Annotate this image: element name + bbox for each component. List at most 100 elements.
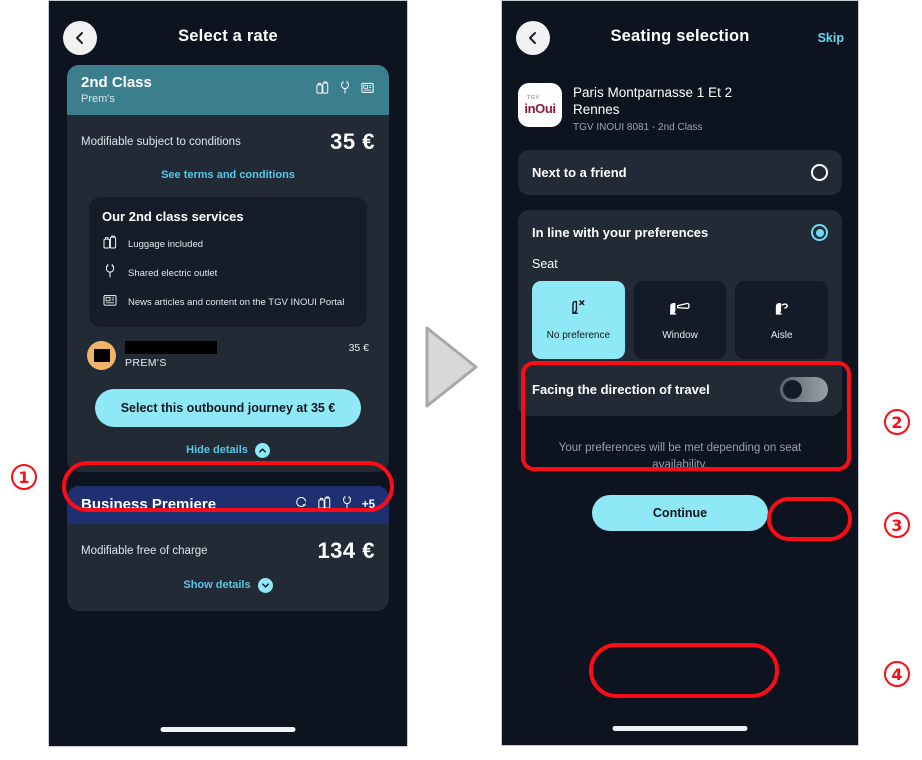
- trip-destination: Rennes: [573, 102, 620, 118]
- show-details-label: Show details: [183, 579, 251, 592]
- seat-preference-tiles: No preference Window Aisle: [532, 281, 829, 360]
- left-screen: Select a rate 2nd Class Prem's Modifiabl…: [49, 1, 407, 746]
- continue-button[interactable]: Continue: [592, 494, 768, 531]
- radio-unselected-icon[interactable]: [811, 164, 828, 182]
- rate-subtitle: Prem's: [81, 93, 115, 106]
- rate-price: 134 €: [317, 537, 375, 563]
- passenger-price: 35 €: [348, 341, 369, 354]
- rate-condition-label: Modifiable subject to conditions: [81, 135, 241, 148]
- screenshot-stage: Select a rate 2nd Class Prem's Modifiabl…: [0, 0, 922, 760]
- rate-title: Business Premiere: [81, 496, 217, 514]
- right-topbar: Seating selection Skip: [502, 1, 858, 65]
- rate-card-header: 2nd Class Prem's: [67, 65, 389, 115]
- passenger-names: PREM'S: [125, 341, 217, 370]
- avatar: [87, 340, 116, 370]
- skip-button[interactable]: Skip: [818, 31, 844, 45]
- home-indicator: [160, 727, 296, 732]
- seat-no-preference-icon: [566, 298, 590, 325]
- select-outbound-journey-button[interactable]: Select this outbound journey at 35 €: [95, 388, 361, 427]
- redacted-avatar-block: [93, 348, 110, 362]
- left-topbar: Select a rate: [49, 1, 407, 65]
- rate-card-second-class[interactable]: 2nd Class Prem's Modifiable subject to c…: [67, 65, 389, 472]
- trip-summary: TGV inOui Paris Montparnasse 1 Et 2 Renn…: [502, 65, 858, 134]
- step-number-1: 1: [11, 464, 37, 490]
- chevron-up-icon: [254, 442, 270, 458]
- step-number-2: 2: [884, 409, 910, 435]
- service-item: Shared electric outlet: [102, 263, 354, 284]
- extra-icons-count: +5: [361, 498, 375, 511]
- show-details-toggle[interactable]: Show details: [81, 577, 375, 593]
- trip-meta: TGV INOUI 8081 - 2nd Class: [573, 121, 703, 133]
- home-indicator: [612, 726, 748, 731]
- rate-condition-row: Modifiable subject to conditions 35 €: [81, 129, 375, 155]
- logo-inoui-text: inOui: [524, 101, 556, 116]
- toggle-knob: [783, 380, 802, 400]
- services-box: Our 2nd class services Luggage included …: [89, 196, 367, 327]
- page-title: Select a rate: [178, 27, 278, 45]
- seat-tile-label: Aisle: [770, 330, 793, 342]
- redacted-name-bar: [125, 341, 217, 355]
- hide-details-toggle[interactable]: Hide details: [81, 442, 375, 458]
- step-number-4: 4: [884, 661, 910, 687]
- rate-header-icons: +5: [294, 495, 375, 515]
- luggage-icon: [317, 495, 332, 515]
- option-label: In line with your preferences: [532, 225, 709, 241]
- passenger-left: PREM'S: [87, 340, 217, 370]
- chevron-down-icon: [257, 577, 273, 593]
- facing-direction-row[interactable]: Facing the direction of travel: [532, 377, 828, 403]
- seat-section-label: Seat: [532, 257, 558, 272]
- option-in-line-with-preferences[interactable]: In line with your preferences Seat No pr…: [518, 210, 842, 417]
- seat-window-icon: [666, 298, 694, 325]
- option-next-to-a-friend[interactable]: Next to a friend: [518, 150, 842, 196]
- seat-tile-label: Window: [662, 330, 698, 342]
- newspaper-icon: [102, 292, 118, 313]
- rate-header-icons: [315, 80, 375, 100]
- power-plug-icon: [102, 263, 118, 284]
- service-item: Luggage included: [102, 234, 354, 255]
- trip-origin: Paris Montparnasse 1 Et 2: [573, 85, 733, 100]
- seat-tile-label: No preference: [546, 330, 611, 342]
- page-title: Seating selection: [610, 27, 750, 45]
- rate-card-header: Business Premiere +5: [67, 485, 389, 524]
- power-plug-icon: [338, 80, 352, 100]
- luggage-icon: [102, 234, 118, 255]
- seat-tile-no-preference[interactable]: No preference: [532, 281, 625, 360]
- facing-direction-toggle[interactable]: [780, 377, 828, 403]
- service-item: News articles and content on the TGV INO…: [102, 292, 354, 313]
- power-plug-icon: [340, 495, 354, 515]
- newspaper-icon: [360, 80, 375, 100]
- facing-direction-label: Facing the direction of travel: [532, 382, 710, 398]
- availability-note: Your preferences will be met depending o…: [558, 442, 802, 471]
- rate-title: 2nd Class: [81, 74, 152, 91]
- service-label: News articles and content on the TGV INO…: [128, 296, 345, 308]
- hide-details-label: Hide details: [186, 444, 248, 457]
- rate-condition-label: Modifiable free of charge: [81, 544, 208, 557]
- terms-and-conditions-link[interactable]: See terms and conditions: [81, 169, 375, 181]
- seat-tile-aisle[interactable]: Aisle: [735, 281, 829, 360]
- radio-selected-icon[interactable]: [811, 224, 828, 242]
- rate-card-body: Modifiable subject to conditions 35 € Se…: [67, 115, 389, 472]
- rate-price: 35 €: [330, 128, 375, 154]
- logo-tgv-text: TGV: [527, 95, 540, 101]
- right-screen: Seating selection Skip TGV inOui Paris M…: [502, 1, 858, 745]
- exchange-icon: [294, 495, 309, 515]
- luggage-icon: [315, 80, 330, 100]
- service-label: Shared electric outlet: [128, 267, 218, 279]
- services-title: Our 2nd class services: [102, 208, 244, 224]
- phone-right: Seating selection Skip TGV inOui Paris M…: [501, 0, 859, 746]
- service-label: Luggage included: [128, 238, 204, 250]
- rate-card-header-texts: 2nd Class Prem's: [81, 74, 152, 106]
- tgv-inoui-logo-icon: TGV inOui: [518, 83, 562, 127]
- seat-aisle-icon: [770, 298, 794, 325]
- rate-card-body: Modifiable free of charge 134 € Show det…: [67, 524, 389, 611]
- trip-texts: Paris Montparnasse 1 Et 2 Rennes TGV INO…: [573, 83, 732, 134]
- seat-tile-window[interactable]: Window: [633, 281, 727, 360]
- rate-card-header-texts: Business Premiere: [81, 496, 216, 513]
- step-number-3: 3: [884, 512, 910, 538]
- rate-condition-row: Modifiable free of charge 134 €: [81, 538, 375, 564]
- preferences-header[interactable]: In line with your preferences: [532, 224, 828, 242]
- passenger-row: PREM'S 35 €: [87, 340, 369, 370]
- option-label: Next to a friend: [532, 165, 627, 181]
- rate-card-business-premiere[interactable]: Business Premiere +5 Modifiable free of …: [67, 485, 389, 611]
- passenger-fare-label: PREM'S: [125, 357, 167, 370]
